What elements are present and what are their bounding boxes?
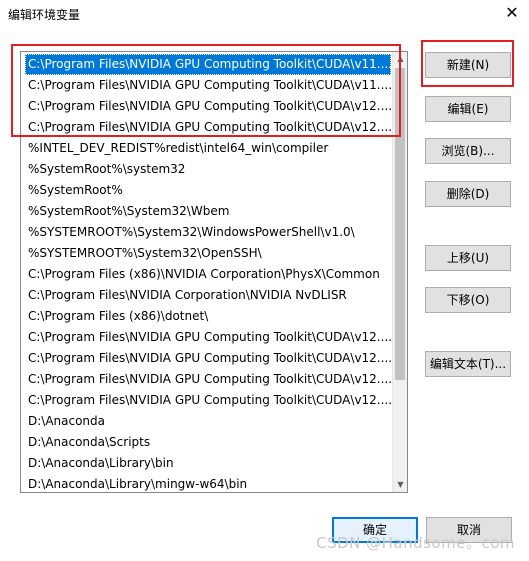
path-row[interactable]: %INTEL_DEV_REDIST%redist\intel64_win\com… <box>25 138 391 159</box>
path-row[interactable]: C:\Program Files\NVIDIA Corporation\NVID… <box>25 285 391 306</box>
path-row[interactable]: C:\Program Files\NVIDIA GPU Computing To… <box>25 369 391 390</box>
triangle-down-icon[interactable]: ▼ <box>393 478 407 492</box>
move-down-button[interactable]: 下移(O) <box>425 287 511 313</box>
scrollbar-thumb[interactable] <box>395 68 405 380</box>
vertical-scrollbar[interactable]: ▲ ▼ <box>392 52 407 492</box>
path-list: C:\Program Files\NVIDIA GPU Computing To… <box>25 54 391 492</box>
path-row[interactable]: C:\Program Files\NVIDIA GPU Computing To… <box>25 390 391 411</box>
watermark: CSDN @Handsome。com <box>316 534 515 552</box>
path-row[interactable]: C:\Program Files (x86)\dotnet\ <box>25 306 391 327</box>
delete-button[interactable]: 删除(D) <box>425 181 511 207</box>
path-row[interactable]: D:\Anaconda\Library\bin <box>25 453 391 474</box>
path-row[interactable]: %SystemRoot%\system32 <box>25 159 391 180</box>
edit-text-button[interactable]: 编辑文本(T)... <box>425 351 511 377</box>
path-row[interactable]: D:\Anaconda <box>25 411 391 432</box>
path-row[interactable]: %SystemRoot%\System32\Wbem <box>25 201 391 222</box>
path-row[interactable]: C:\Program Files (x86)\NVIDIA Corporatio… <box>25 264 391 285</box>
path-listbox[interactable]: C:\Program Files\NVIDIA GPU Computing To… <box>20 51 408 493</box>
path-row[interactable]: D:\Anaconda\Library\mingw-w64\bin <box>25 474 391 492</box>
new-button[interactable]: 新建(N) <box>425 52 511 78</box>
move-up-button[interactable]: 上移(U) <box>425 245 511 271</box>
path-row[interactable]: C:\Program Files\NVIDIA GPU Computing To… <box>25 348 391 369</box>
browse-button[interactable]: 浏览(B)... <box>425 138 511 164</box>
path-row[interactable]: C:\Program Files\NVIDIA GPU Computing To… <box>25 75 391 96</box>
triangle-up-icon[interactable]: ▲ <box>393 52 407 66</box>
close-icon[interactable]: ✕ <box>503 4 521 22</box>
path-row[interactable]: D:\Anaconda\Scripts <box>25 432 391 453</box>
path-row[interactable]: %SYSTEMROOT%\System32\WindowsPowerShell\… <box>25 222 391 243</box>
edit-button[interactable]: 编辑(E) <box>425 96 511 122</box>
path-row[interactable]: C:\Program Files\NVIDIA GPU Computing To… <box>25 54 391 75</box>
path-row[interactable]: %SYSTEMROOT%\System32\OpenSSH\ <box>25 243 391 264</box>
path-row[interactable]: %SystemRoot% <box>25 180 391 201</box>
path-row[interactable]: C:\Program Files\NVIDIA GPU Computing To… <box>25 117 391 138</box>
path-row[interactable]: C:\Program Files\NVIDIA GPU Computing To… <box>25 327 391 348</box>
path-row[interactable]: C:\Program Files\NVIDIA GPU Computing To… <box>25 96 391 117</box>
window-title: 编辑环境变量 <box>8 8 81 22</box>
